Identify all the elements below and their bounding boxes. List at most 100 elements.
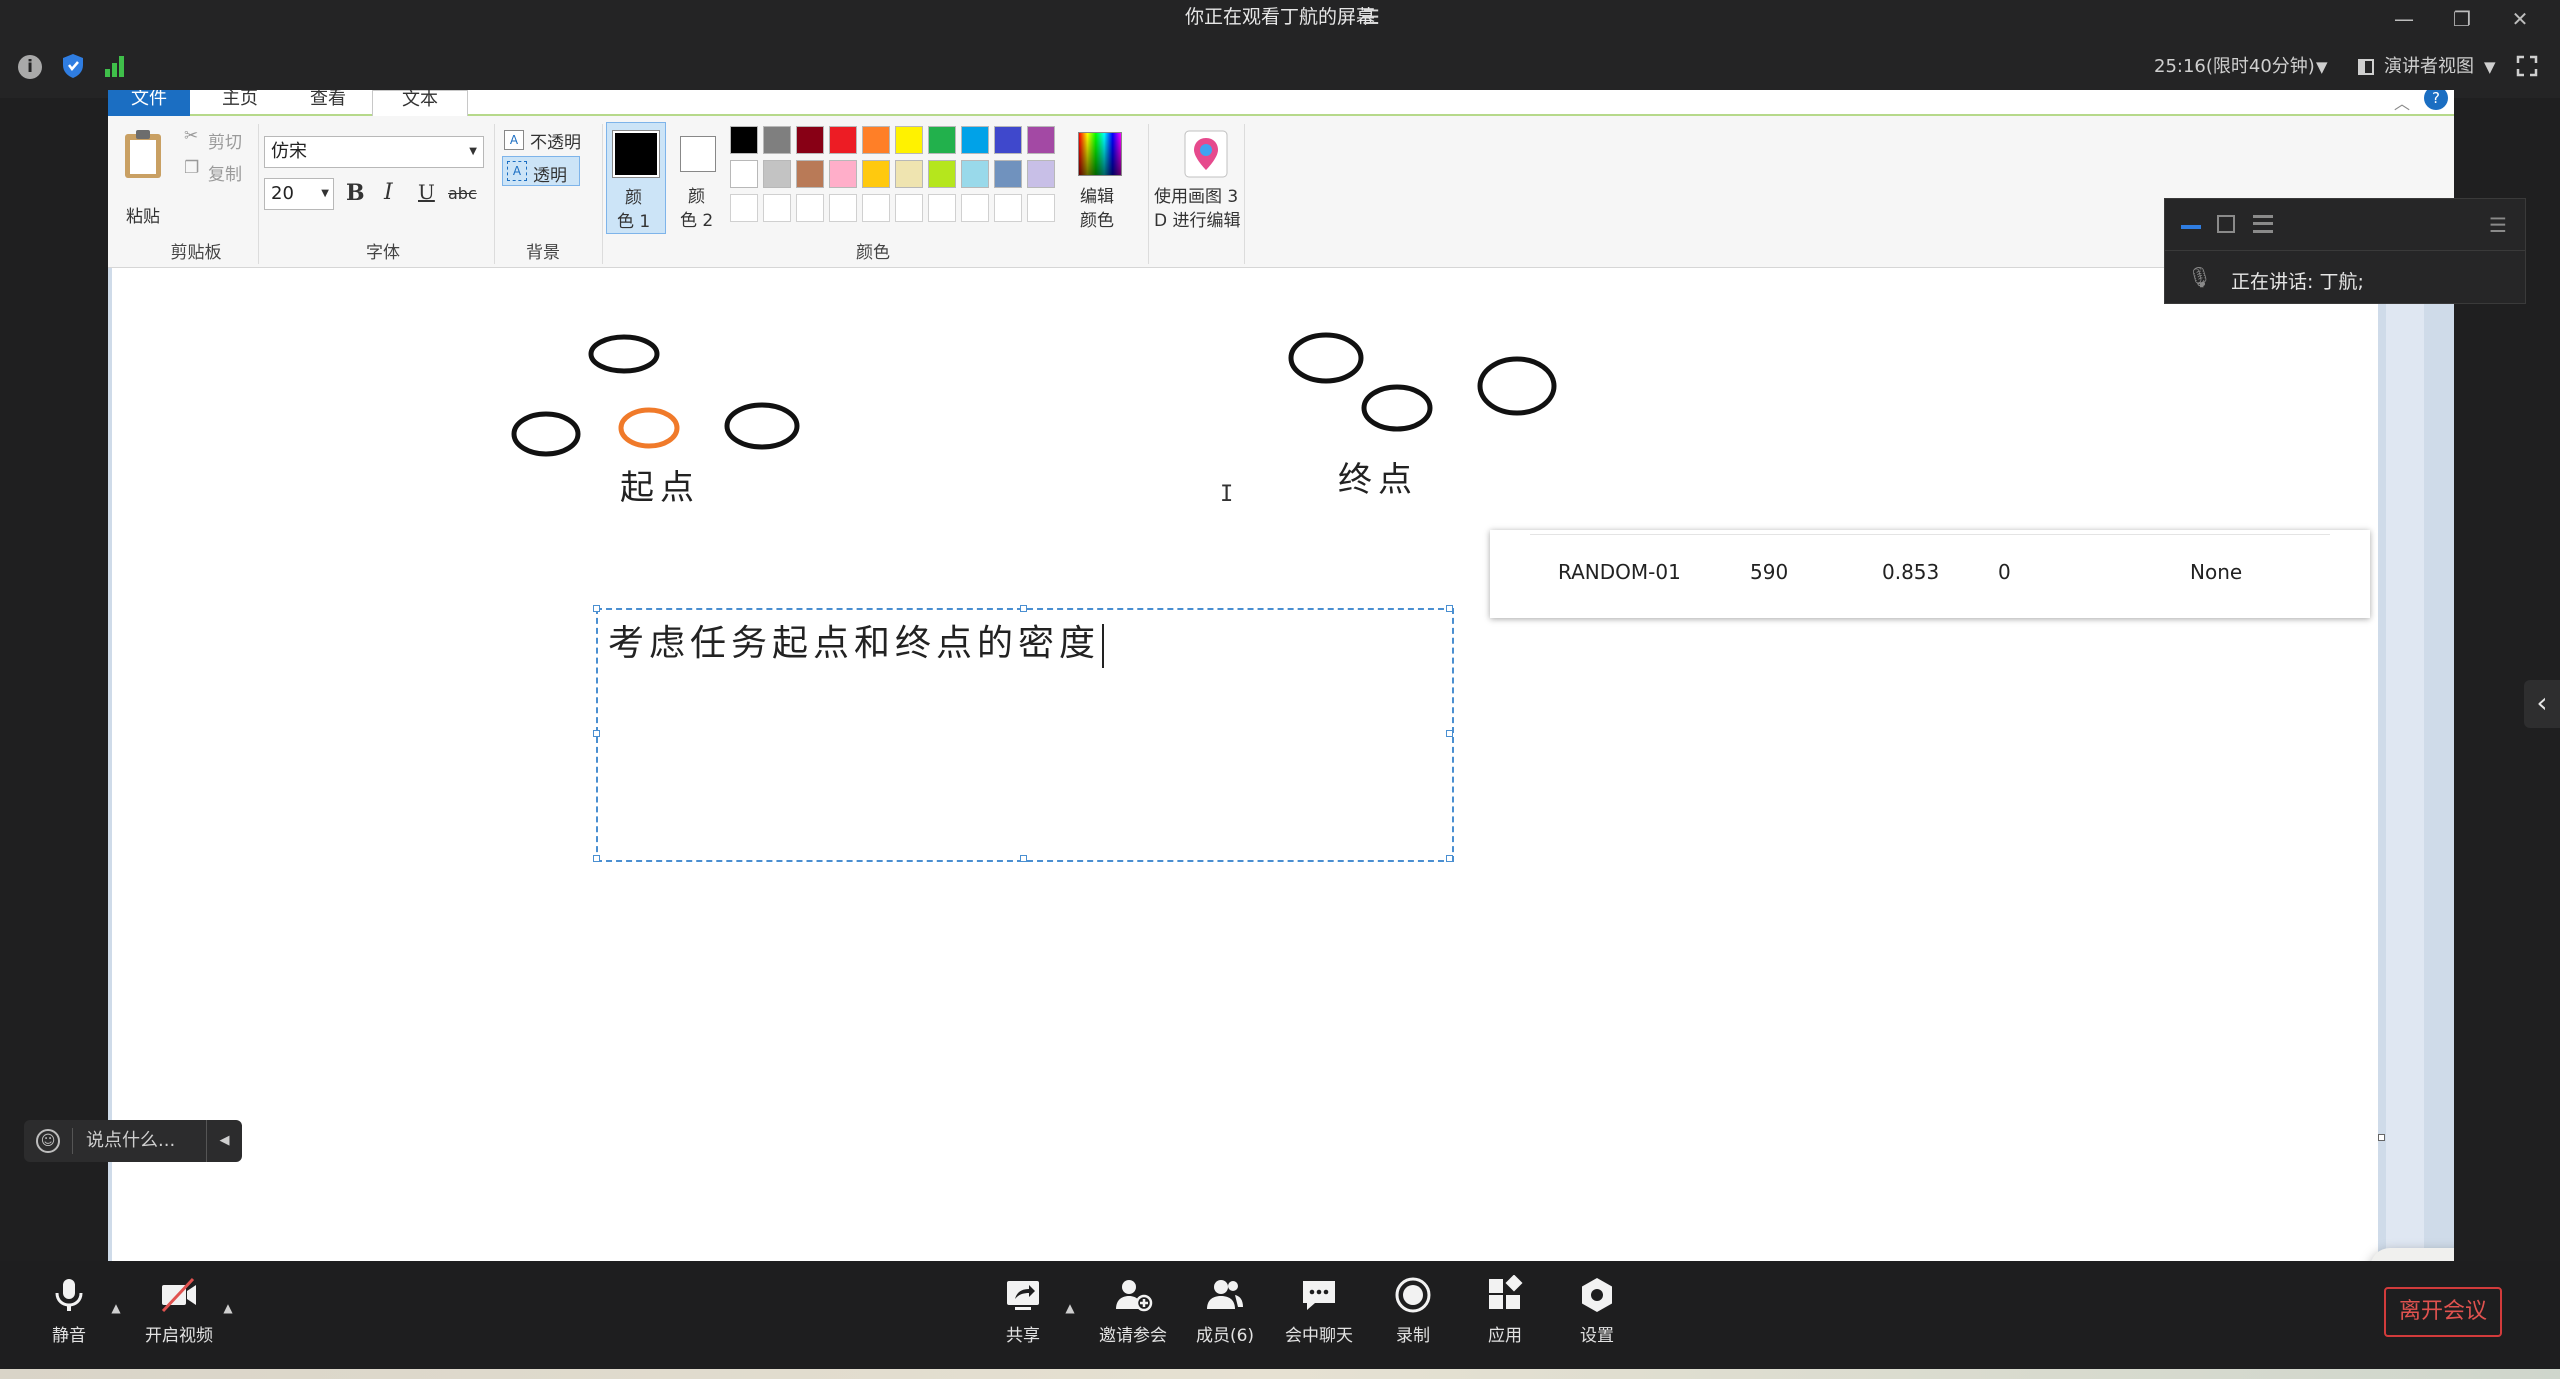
chat-quick-bar[interactable]: ☺ 说点什么... ◀ [24, 1120, 242, 1162]
chevron-down-icon[interactable]: ▼ [2316, 54, 2328, 80]
chevron-left-icon[interactable]: ◀ [206, 1120, 242, 1162]
minimize-panel-icon[interactable] [2181, 225, 2201, 229]
list-view-icon[interactable] [2253, 215, 2273, 233]
color-swatch[interactable] [961, 160, 989, 188]
color-swatch[interactable] [928, 160, 956, 188]
color-swatch[interactable] [796, 160, 824, 188]
resize-handle[interactable] [593, 855, 600, 862]
color-swatch[interactable] [763, 126, 791, 154]
font-family-select[interactable]: 仿宋 ▼ [264, 136, 484, 168]
color-swatch[interactable] [796, 194, 824, 222]
color2-button[interactable]: 颜 色 2 [672, 122, 728, 234]
tab-home[interactable]: 主页 [200, 90, 280, 116]
chevron-up-icon[interactable]: ︿ [2394, 90, 2410, 114]
panel-menu-icon[interactable]: ☰ [2489, 213, 2507, 237]
emoji-icon[interactable]: ☺ [36, 1129, 60, 1153]
chevron-up-icon[interactable]: ▲ [1062, 1301, 1078, 1317]
speaker-panel-header: ☰ [2165, 199, 2525, 251]
paste-icon[interactable] [122, 128, 164, 180]
resize-handle[interactable] [593, 730, 600, 737]
color-swatch[interactable] [862, 126, 890, 154]
vertical-scrollbar[interactable] [2386, 268, 2424, 1261]
label-start: 起点 [620, 468, 700, 508]
ime-toolbar[interactable]: 中 👕 [2370, 1248, 2454, 1261]
tab-file[interactable]: 文件 [108, 90, 190, 116]
color-swatch[interactable] [796, 126, 824, 154]
color-swatch[interactable] [730, 194, 758, 222]
canvas-resize-handle[interactable] [2378, 1134, 2385, 1141]
resize-handle[interactable] [1020, 855, 1027, 862]
bold-button[interactable]: B [346, 180, 365, 206]
color-swatch[interactable] [862, 160, 890, 188]
resize-handle[interactable] [593, 605, 600, 612]
color-swatch[interactable] [994, 160, 1022, 188]
font-size-select[interactable]: 20 ▼ [264, 178, 334, 210]
chevron-left-icon[interactable]: ‹ [2524, 680, 2560, 728]
color-swatch[interactable] [763, 194, 791, 222]
view-layout-icon [2358, 59, 2374, 75]
settings-button[interactable]: 设置 [1542, 1275, 1652, 1355]
color-swatch[interactable] [862, 194, 890, 222]
cut-button[interactable]: 剪切 [208, 128, 242, 153]
color-swatch[interactable] [763, 160, 791, 188]
color-swatch[interactable] [928, 194, 956, 222]
strikethrough-button[interactable]: abc [448, 184, 477, 203]
color-swatch[interactable] [730, 126, 758, 154]
taskbar-strip [0, 1369, 2560, 1379]
color-swatch[interactable] [730, 160, 758, 188]
color-swatch[interactable] [895, 194, 923, 222]
tab-view[interactable]: 查看 [288, 90, 368, 116]
italic-button[interactable]: I [384, 180, 393, 205]
color-swatch[interactable] [928, 126, 956, 154]
meeting-toolbar: 静音 ▲ 开启视频 ▲ 共享 ▲ 邀请参会 成员(6) 会中聊天 录制 应用 设… [0, 1261, 2560, 1369]
video-off-icon [161, 1277, 196, 1313]
resize-handle[interactable] [1446, 605, 1453, 612]
opaque-button[interactable]: A 不透明 [504, 128, 590, 154]
menu-icon[interactable]: ☰ [1362, 4, 1384, 30]
leave-meeting-button[interactable]: 离开会议 [2384, 1287, 2502, 1337]
close-icon[interactable]: ✕ [2490, 0, 2550, 38]
chevron-down-icon[interactable]: ▼ [2484, 54, 2496, 80]
resize-handle[interactable] [1446, 730, 1453, 737]
chevron-up-icon[interactable]: ▲ [108, 1301, 124, 1317]
transparent-button[interactable]: A 透明 [502, 156, 580, 186]
info-icon[interactable]: i [18, 55, 42, 79]
paint3d-button[interactable]: 使用画图 3 D 进行编辑 [1154, 122, 1254, 234]
text-box-content[interactable]: 考虑任务起点和终点的密度 [608, 614, 1105, 668]
drawing-canvas[interactable]: 起点 终点 I 考虑任务起点和终点的密度 RANDOM-01 590 0.853… [112, 268, 2378, 1261]
shield-icon[interactable] [62, 53, 84, 79]
color-swatch[interactable] [829, 194, 857, 222]
tab-text[interactable]: 文本 [372, 90, 468, 116]
chevron-up-icon[interactable]: ▲ [220, 1301, 236, 1317]
color-swatch[interactable] [1027, 194, 1055, 222]
help-icon[interactable]: ? [2424, 90, 2448, 110]
ribbon-tabs: 文件 主页 查看 文本 ︿ ? [108, 90, 2454, 116]
resize-handle[interactable] [1446, 855, 1453, 862]
color-swatch[interactable] [994, 126, 1022, 154]
ribbon-divider [602, 124, 603, 264]
video-button[interactable]: 开启视频 [124, 1275, 234, 1355]
text-box[interactable]: 考虑任务起点和终点的密度 [593, 605, 1454, 862]
color1-button[interactable]: 颜 色 1 [606, 122, 666, 234]
color-swatch[interactable] [829, 160, 857, 188]
signal-icon[interactable] [104, 55, 126, 77]
gallery-view-icon[interactable] [2217, 215, 2235, 233]
underline-button[interactable]: U [418, 180, 435, 204]
color-swatch[interactable] [1027, 126, 1055, 154]
fullscreen-icon[interactable] [2516, 55, 2538, 77]
chat-input[interactable]: 说点什么... [86, 1120, 175, 1162]
color-swatch[interactable] [961, 126, 989, 154]
restore-icon[interactable]: ❐ [2432, 0, 2492, 38]
view-mode-dropdown[interactable]: 演讲者视图 [2384, 54, 2474, 80]
copy-button[interactable]: 复制 [208, 160, 242, 185]
paste-button[interactable]: 粘贴 [126, 202, 160, 227]
color-swatch[interactable] [961, 194, 989, 222]
color-swatch[interactable] [1027, 160, 1055, 188]
color-swatch[interactable] [895, 160, 923, 188]
color-swatch[interactable] [829, 126, 857, 154]
color-swatch[interactable] [895, 126, 923, 154]
minimize-icon[interactable]: — [2374, 0, 2434, 38]
color-swatch[interactable] [994, 194, 1022, 222]
edit-colors-button[interactable]: 编辑 颜色 [1068, 122, 1134, 234]
resize-handle[interactable] [1020, 605, 1027, 612]
